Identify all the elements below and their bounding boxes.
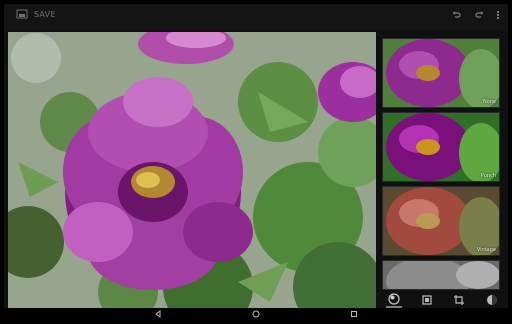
top-action-bar: SAVE xyxy=(4,4,508,30)
filter-thumbnail-bw[interactable] xyxy=(382,260,500,290)
filters-tool[interactable] xyxy=(386,292,403,308)
filter-label: Vintage xyxy=(476,247,496,253)
photo-editor-screen: SAVE None Punch Vintage xyxy=(4,4,508,320)
crop-icon xyxy=(454,295,465,305)
recents-icon xyxy=(351,311,357,317)
top-icons xyxy=(452,10,500,20)
home-button[interactable] xyxy=(250,309,262,319)
frames-tool[interactable] xyxy=(419,293,435,307)
filters-icon xyxy=(388,293,400,305)
more-vert-icon[interactable] xyxy=(496,10,500,20)
save-label: SAVE xyxy=(34,9,56,19)
home-icon xyxy=(252,310,260,318)
adjust-tool[interactable] xyxy=(484,293,500,307)
recents-button[interactable] xyxy=(348,309,360,319)
crop-tool[interactable] xyxy=(451,293,467,307)
save-button[interactable]: SAVE xyxy=(16,9,56,19)
filter-thumbnail-none[interactable]: None xyxy=(382,38,500,108)
undo-icon[interactable] xyxy=(452,10,462,20)
adjust-icon xyxy=(486,295,497,305)
save-icon xyxy=(16,9,28,19)
filter-label: None xyxy=(482,99,496,105)
system-navigation-bar xyxy=(4,308,508,320)
main-photo-canvas[interactable] xyxy=(8,32,376,308)
filter-panel: None Punch Vintage xyxy=(378,32,508,308)
edit-tools xyxy=(378,292,508,308)
frames-icon xyxy=(422,295,432,305)
back-icon xyxy=(155,310,161,318)
filter-thumbnail-vintage[interactable]: Vintage xyxy=(382,186,500,256)
filter-thumbnail-punch[interactable]: Punch xyxy=(382,112,500,182)
back-button[interactable] xyxy=(152,309,164,319)
filter-label: Punch xyxy=(480,173,496,179)
redo-icon[interactable] xyxy=(474,10,484,20)
